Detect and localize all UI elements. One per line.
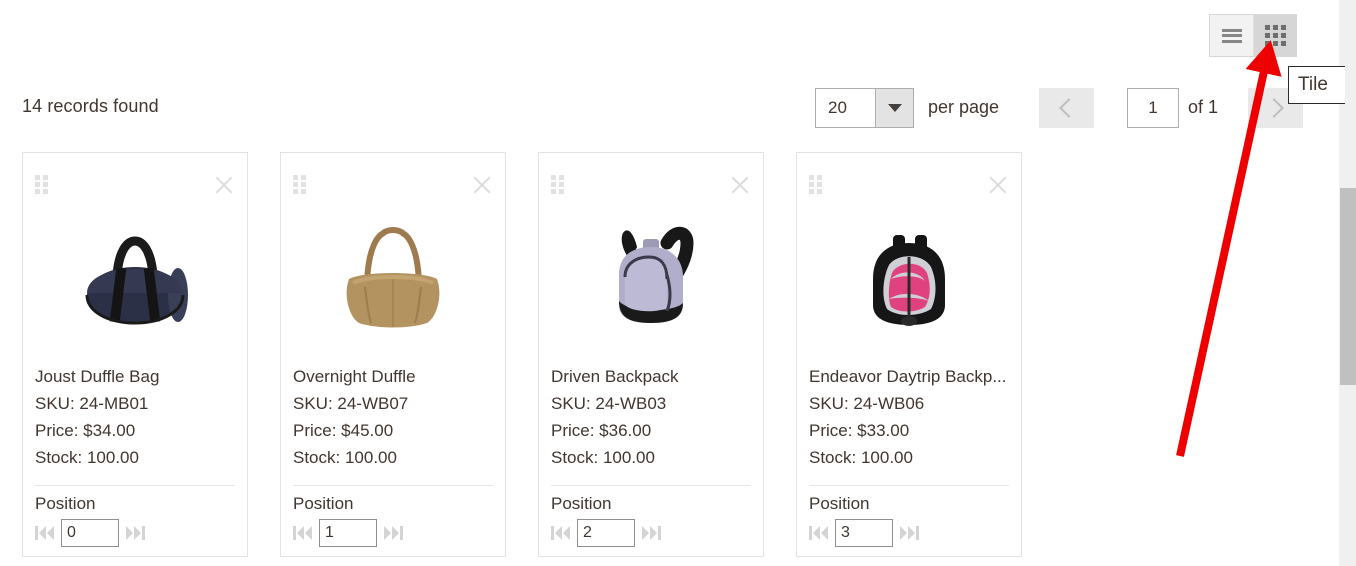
tile-header — [35, 153, 235, 209]
position-label: Position — [551, 494, 612, 513]
close-icon[interactable] — [471, 174, 493, 196]
position-label: Position — [293, 494, 354, 513]
drag-handle-icon[interactable] — [551, 175, 564, 195]
product-image — [35, 203, 235, 353]
skip-to-first-icon[interactable] — [551, 526, 570, 540]
caret-down-icon — [887, 104, 902, 112]
product-price: Price: $36.00 — [551, 421, 652, 440]
product-image — [809, 203, 1009, 353]
position-label: Position — [35, 494, 96, 513]
tile-header — [293, 153, 493, 209]
product-tile[interactable]: Driven Backpack SKU: 24-WB03 Price: $36.… — [538, 152, 764, 557]
position-input[interactable] — [835, 519, 893, 547]
list-view-icon — [1221, 28, 1242, 43]
per-page-label: per page — [928, 97, 1000, 117]
position-input[interactable] — [319, 519, 377, 547]
drag-handle-icon[interactable] — [809, 175, 822, 195]
product-stock: Stock: 100.00 — [293, 448, 397, 467]
per-page-value[interactable]: 20 — [816, 89, 875, 127]
position-controls — [809, 519, 1009, 547]
close-icon[interactable] — [987, 174, 1009, 196]
product-tile[interactable]: Joust Duffle Bag SKU: 24-MB01 Price: $34… — [22, 152, 248, 557]
divider — [35, 485, 235, 486]
product-price: Price: $45.00 — [293, 421, 394, 440]
drag-handle-icon[interactable] — [293, 175, 306, 195]
divider — [809, 485, 1009, 486]
product-sku: SKU: 24-WB06 — [809, 394, 925, 413]
tile-info: Overnight Duffle SKU: 24-WB07 Price: $45… — [293, 363, 493, 471]
product-title: Joust Duffle Bag — [35, 367, 160, 386]
product-sku: SKU: 24-WB03 — [551, 394, 667, 413]
product-title: Driven Backpack — [551, 367, 679, 386]
tile-info: Endeavor Daytrip Backp... SKU: 24-WB06 P… — [809, 363, 1009, 471]
list-view-button[interactable] — [1210, 15, 1253, 56]
divider — [551, 485, 751, 486]
product-title: Overnight Duffle — [293, 367, 416, 386]
tile-view-icon — [1264, 25, 1286, 46]
total-pages-label: of 1 — [1188, 97, 1219, 117]
divider — [293, 485, 493, 486]
product-tile[interactable]: Endeavor Daytrip Backp... SKU: 24-WB06 P… — [796, 152, 1022, 557]
chevron-right-icon — [1263, 98, 1284, 118]
skip-to-first-icon[interactable] — [35, 526, 54, 540]
skip-to-last-icon[interactable] — [126, 526, 145, 540]
product-price: Price: $34.00 — [35, 421, 136, 440]
tile-tooltip: Tile — [1288, 66, 1345, 104]
product-stock: Stock: 100.00 — [551, 448, 655, 467]
position-controls — [551, 519, 751, 547]
per-page-select[interactable]: 20 — [815, 88, 914, 128]
page-number-input[interactable] — [1127, 88, 1179, 128]
skip-to-first-icon[interactable] — [809, 526, 828, 540]
product-tile[interactable]: Overnight Duffle SKU: 24-WB07 Price: $45… — [280, 152, 506, 557]
view-mode-toggle[interactable] — [1209, 14, 1297, 57]
drag-handle-icon[interactable] — [35, 175, 48, 195]
product-image — [293, 203, 493, 353]
previous-page-button[interactable] — [1039, 88, 1094, 128]
tile-header — [551, 153, 751, 209]
position-label: Position — [809, 494, 870, 513]
records-found-label: 14 records found — [22, 96, 159, 116]
skip-to-last-icon[interactable] — [384, 526, 403, 540]
product-sku: SKU: 24-WB07 — [293, 394, 409, 413]
scrollbar-thumb[interactable] — [1340, 188, 1356, 385]
product-title: Endeavor Daytrip Backp... — [809, 367, 1007, 386]
position-controls — [293, 519, 493, 547]
product-sku: SKU: 24-MB01 — [35, 394, 149, 413]
product-tile-grid: Joust Duffle Bag SKU: 24-MB01 Price: $34… — [22, 152, 1022, 557]
tile-info: Joust Duffle Bag SKU: 24-MB01 Price: $34… — [35, 363, 235, 471]
chevron-left-icon — [1058, 98, 1079, 118]
tile-view-button[interactable] — [1253, 15, 1296, 56]
skip-to-first-icon[interactable] — [293, 526, 312, 540]
product-stock: Stock: 100.00 — [35, 448, 139, 467]
skip-to-last-icon[interactable] — [900, 526, 919, 540]
position-input[interactable] — [61, 519, 119, 547]
position-controls — [35, 519, 235, 547]
product-image — [551, 203, 751, 353]
product-price: Price: $33.00 — [809, 421, 910, 440]
tile-header — [809, 153, 1009, 209]
skip-to-last-icon[interactable] — [642, 526, 661, 540]
close-icon[interactable] — [213, 174, 235, 196]
page-canvas: Tile 14 records found 20 per page of 1 — [0, 0, 1345, 566]
product-stock: Stock: 100.00 — [809, 448, 913, 467]
close-icon[interactable] — [729, 174, 751, 196]
tile-info: Driven Backpack SKU: 24-WB03 Price: $36.… — [551, 363, 751, 471]
position-input[interactable] — [577, 519, 635, 547]
per-page-dropdown-button[interactable] — [875, 89, 913, 127]
